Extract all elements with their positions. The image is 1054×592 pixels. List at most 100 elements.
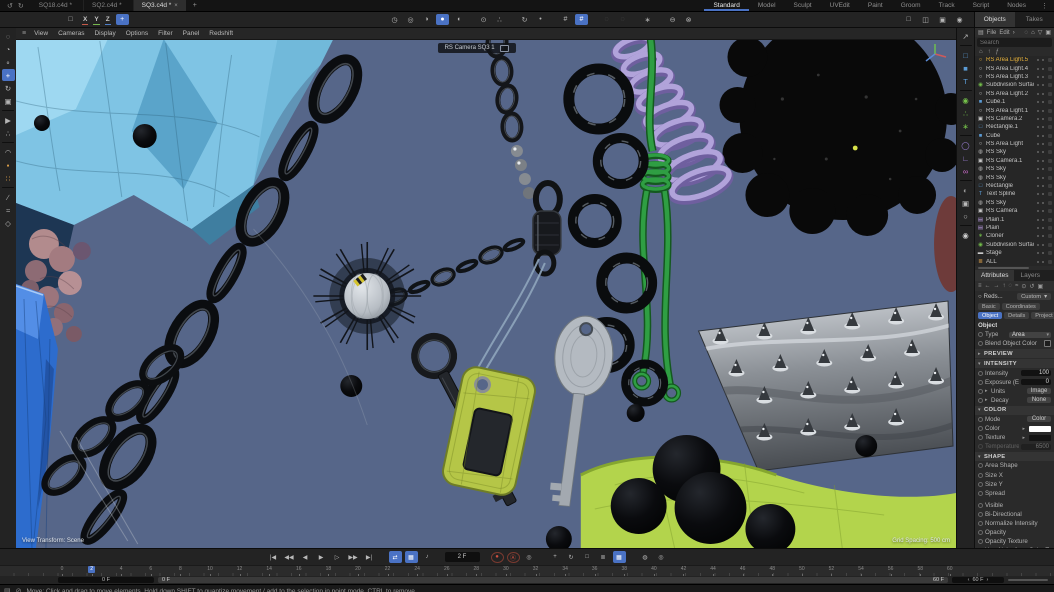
render-dot[interactable] [1042,235,1044,237]
material-icon[interactable]: ◉ [959,229,972,241]
undo-icon[interactable]: ↺ [7,2,13,10]
viewport-menu-item[interactable]: Display [89,30,120,37]
snap-points-icon[interactable]: ∴ [2,127,15,139]
attribute-row[interactable]: Spread [975,489,1054,498]
om-search-icon[interactable]: ◌ [1025,30,1029,36]
viewport-menu-item[interactable]: View [29,30,53,37]
enable-checkbox[interactable] [1048,117,1052,121]
mograph-icon[interactable]: ∴ [959,107,972,119]
render-dot[interactable] [1042,252,1044,254]
object-row[interactable]: □ Rectangle.1 [975,123,1054,131]
expand-chevron-icon[interactable]: ▸ [978,351,982,357]
grid-snap-icon[interactable]: # [559,14,572,25]
camera-icon[interactable]: ▣ [959,197,972,209]
divider[interactable] [2,142,14,143]
object-row[interactable]: ○ RS Area Light [975,140,1054,148]
keyframe-dot-icon[interactable] [978,473,983,478]
om-expand-icon[interactable]: ▣ [1045,29,1051,36]
om-menu-item[interactable]: Edit [999,30,1009,36]
record-position-toggle[interactable]: + [549,551,562,563]
object-row[interactable]: ◉ Subdivision Surface.1 [975,81,1054,89]
attribute-row[interactable]: ▾ INTENSITY [975,359,1054,368]
attribute-row[interactable]: Exposure (EV) 0 [975,378,1054,387]
visibility-dot[interactable] [1037,110,1039,112]
object-row[interactable]: ○ RS Area Light.3 [975,73,1054,81]
visibility-dot[interactable] [1037,126,1039,128]
render-dot[interactable] [1042,93,1044,95]
keyframe-dot-icon[interactable] [978,426,983,431]
om-menu-item[interactable]: File [987,30,997,36]
keyframe-dot-icon[interactable] [978,341,983,346]
visibility-dot[interactable] [1037,143,1039,145]
overflow-menu-icon[interactable]: ⋮ [1035,2,1054,10]
am-lock-icon[interactable]: ⊙ [1021,283,1026,290]
attribute-tab[interactable]: Attributes [975,270,1014,281]
keyframe-dot-icon[interactable] [978,332,983,337]
range-end-field[interactable]: ‹ 60 F › [952,577,1004,583]
attribute-row[interactable]: Object [975,321,1054,330]
mode-dropdown[interactable]: Custom ▾ [1017,293,1051,300]
keyframe-dot-icon[interactable] [978,491,983,496]
render-dot[interactable] [1042,193,1044,195]
category-chip[interactable]: Details [1004,312,1029,319]
record-parameter-toggle[interactable]: ≣ [597,551,610,563]
render-dot[interactable] [1042,110,1044,112]
attribute-tab[interactable]: Layers [1014,270,1046,281]
status-mode-icon[interactable]: ⊘ [16,587,22,592]
enable-checkbox[interactable] [1048,192,1052,196]
render-dot[interactable] [1042,135,1044,137]
search-input[interactable] [977,38,1052,47]
object-row[interactable]: ≣ ALL [975,257,1054,265]
attribute-value[interactable]: 0 [1021,379,1051,385]
visibility-dot[interactable] [1037,118,1039,120]
account-icon[interactable]: ◉ [953,14,966,25]
quantize-tool-icon[interactable]: ∷ [2,172,15,184]
visibility-dot[interactable] [1037,219,1039,221]
attribute-value[interactable]: 6500 [1021,444,1051,450]
axis-lock-button[interactable]: Y [93,14,99,25]
am-back-icon[interactable]: ← [985,283,991,289]
visibility-dot[interactable] [1037,210,1039,212]
render-settings-icon[interactable]: ◫ [919,14,932,25]
object-row[interactable]: ▣ RS Camera.1 [975,157,1054,165]
expand-chevron-icon[interactable]: ▾ [978,407,982,413]
am-up-icon[interactable]: ↑ [1003,283,1006,289]
viewport-menu-icon[interactable]: ≡ [19,30,29,37]
attribute-row[interactable]: Type Area [975,330,1054,339]
object-row[interactable]: ◉ Subdivision Surface [975,241,1054,249]
shading-icon[interactable]: ◑ [420,14,433,25]
render-dot[interactable] [1042,177,1044,179]
tweak-icon[interactable]: ∘ [2,56,15,68]
enable-checkbox[interactable] [1048,150,1052,154]
viewport-menu-item[interactable]: Filter [153,30,177,37]
divider[interactable] [960,225,972,226]
visibility-dot[interactable] [1037,177,1039,179]
enable-checkbox[interactable] [1048,243,1052,247]
visibility-dot[interactable] [1037,101,1039,103]
lasso-selection-icon[interactable]: ◔ [2,43,15,55]
path-filter-icon[interactable]: ƒ [996,49,999,55]
go-to-start-button[interactable]: |◀ [267,551,280,563]
visibility-dot[interactable] [1037,193,1039,195]
move-tool-icon[interactable]: + [2,69,15,81]
visibility-dot[interactable] [1037,135,1039,137]
simulation-icon[interactable]: ∞ [959,165,972,177]
keyframe-selection-button[interactable]: ◎ [523,551,536,563]
sound-toggle[interactable]: ♪ [421,551,434,563]
document-tab[interactable]: SQ2.c4d * [84,0,134,11]
attribute-value[interactable]: None [1027,397,1051,403]
enable-checkbox[interactable] [1048,176,1052,180]
record-scale-toggle[interactable]: □ [581,551,594,563]
viewport-menu-item[interactable]: Cameras [53,30,89,37]
attribute-value[interactable] [1044,340,1051,347]
visibility-dot[interactable] [1037,227,1039,229]
visibility-dot[interactable] [1037,202,1039,204]
category-chip[interactable]: Project [1031,312,1054,319]
sculpt-tool-icon[interactable]: ≈ [2,204,15,216]
layout-tab[interactable]: UVEdit [821,0,859,11]
attribute-row[interactable]: ▾ COLOR [975,406,1054,415]
render-dot[interactable] [1042,68,1044,70]
object-row[interactable]: ○ RS Area Light.5 [975,56,1054,64]
axis-lock-button[interactable]: Z [105,14,111,25]
object-row[interactable]: ◍ RS Sky [975,165,1054,173]
